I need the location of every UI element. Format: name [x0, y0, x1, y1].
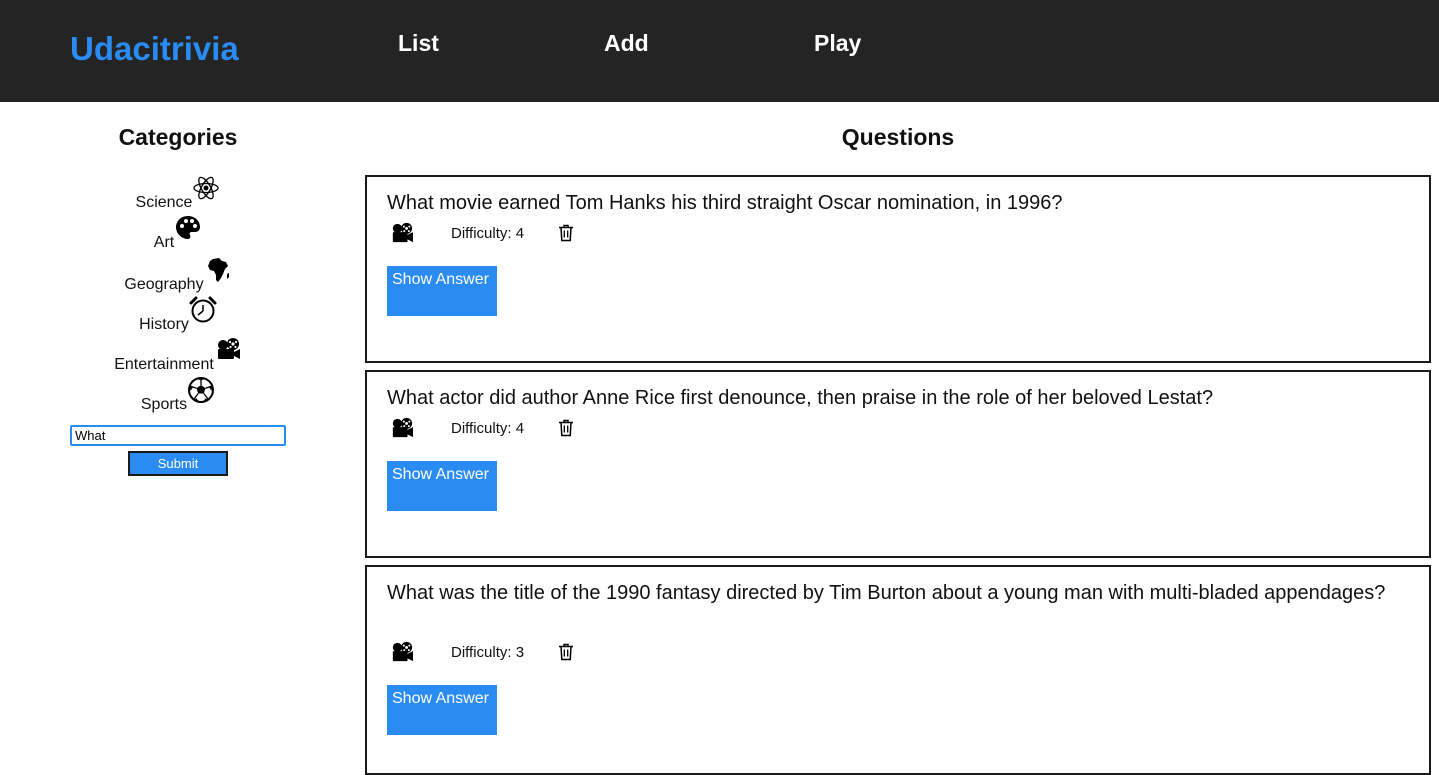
brand-logo[interactable]: Udacitrivia: [70, 30, 239, 68]
entertainment-icon: [217, 338, 240, 359]
nav-link-list[interactable]: List: [398, 30, 439, 57]
questions-heading: Questions: [841, 124, 955, 150]
category-label: Entertainment: [114, 356, 214, 373]
trash-icon[interactable]: [558, 419, 574, 437]
question-card: What actor did author Anne Rice first de…: [365, 370, 1431, 558]
entertainment-icon: [392, 417, 413, 438]
category-geography[interactable]: Geography: [0, 256, 356, 296]
navbar: Udacitrivia List Add Play: [0, 0, 1439, 102]
trash-icon[interactable]: [558, 643, 574, 661]
search-input[interactable]: [70, 425, 286, 446]
art-icon: [176, 216, 201, 239]
category-science[interactable]: Science: [0, 174, 356, 214]
question-card: What was the title of the 1990 fantasy d…: [365, 565, 1431, 775]
entertainment-icon: [392, 641, 413, 662]
category-entertainment[interactable]: Entertainment: [0, 336, 356, 376]
question-text: What actor did author Anne Rice first de…: [387, 387, 1214, 409]
difficulty-label: Difficulty: 4: [451, 419, 525, 437]
science-icon: [193, 176, 220, 200]
sports-icon: [188, 377, 215, 403]
category-label: Art: [153, 234, 175, 251]
question-text: What movie earned Tom Hanks his third st…: [387, 192, 1063, 214]
question-card: What movie earned Tom Hanks his third st…: [365, 175, 1431, 363]
category-label: History: [139, 316, 189, 333]
show-answer-button[interactable]: Show Answer: [387, 266, 497, 316]
nav-link-play[interactable]: Play: [814, 30, 861, 57]
submit-button[interactable]: Submit: [128, 451, 228, 476]
nav-link-add[interactable]: Add: [604, 30, 649, 57]
question-meta: Difficulty: 4: [389, 222, 574, 244]
question-text: What was the title of the 1990 fantasy d…: [387, 582, 1386, 604]
history-icon: [189, 296, 217, 323]
entertainment-icon: [392, 222, 413, 243]
category-history[interactable]: History: [0, 296, 356, 336]
category-label: Science: [135, 194, 193, 211]
trash-icon[interactable]: [558, 224, 574, 242]
question-meta: Difficulty: 3: [389, 641, 574, 663]
show-answer-button[interactable]: Show Answer: [387, 685, 497, 735]
show-answer-button[interactable]: Show Answer: [387, 461, 497, 511]
question-meta: Difficulty: 4: [389, 417, 574, 439]
difficulty-label: Difficulty: 4: [451, 224, 525, 242]
geography-icon: [207, 258, 229, 282]
categories-heading: Categories: [118, 124, 238, 150]
difficulty-label: Difficulty: 3: [451, 643, 525, 661]
category-sports[interactable]: Sports: [0, 376, 356, 416]
category-art[interactable]: Art: [0, 214, 356, 254]
category-label: Sports: [140, 396, 188, 413]
category-label: Geography: [124, 276, 204, 293]
